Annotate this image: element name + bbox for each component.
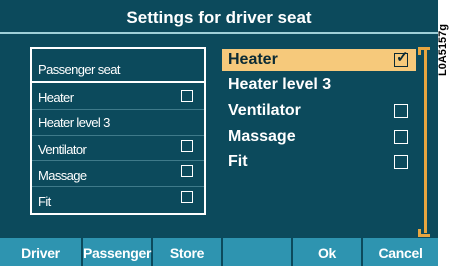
menu-item-fit[interactable]: Fit	[222, 151, 416, 173]
massage-checkbox[interactable]	[394, 130, 408, 144]
passenger-panel-header: Passenger seat	[32, 49, 204, 83]
row-divider	[32, 109, 204, 110]
cancel-button[interactable]: Cancel	[363, 238, 438, 266]
menu-item-label: Fit	[228, 153, 248, 170]
passenger-button[interactable]: Passenger	[83, 238, 153, 266]
driver-button[interactable]: Driver	[0, 238, 83, 266]
passenger-panel-title: Passenger seat	[38, 62, 121, 77]
heater-checkbox[interactable]: ✓	[394, 49, 409, 67]
scroll-track	[424, 47, 427, 233]
menu-item-label: Ventilator	[228, 102, 301, 119]
scroll-bottom-cap	[418, 229, 430, 237]
passenger-ventilator-checkbox	[181, 140, 193, 152]
menu-item-heater[interactable]: Heater ✓	[222, 49, 416, 71]
softkey-bar: Driver Passenger Store Ok Cancel	[0, 238, 438, 266]
scrollbar[interactable]	[418, 47, 430, 237]
passenger-item-heater: Heater	[38, 90, 74, 105]
empty-softkey[interactable]	[223, 238, 293, 266]
menu-item-label: Heater	[228, 51, 278, 68]
passenger-seat-panel: Passenger seat Heater Heater level 3 Ven…	[30, 47, 206, 215]
menu-item-heater-level[interactable]: Heater level 3	[222, 74, 416, 96]
menu-item-label: Massage	[228, 128, 296, 145]
row-divider	[32, 160, 204, 161]
menu-item-label: Heater level 3	[228, 76, 332, 93]
passenger-item-ventilator: Ventilator	[38, 142, 87, 157]
settings-screen: Settings for driver seat Passenger seat …	[0, 0, 438, 266]
passenger-heater-checkbox	[181, 90, 193, 102]
page-title: Settings for driver seat	[126, 8, 312, 27]
row-divider	[32, 186, 204, 187]
ventilator-checkbox[interactable]	[394, 104, 408, 118]
menu-item-massage[interactable]: Massage	[222, 126, 416, 148]
checkmark-icon: ✓	[396, 49, 409, 66]
menu-item-ventilator[interactable]: Ventilator	[222, 100, 416, 122]
fit-checkbox[interactable]	[394, 155, 408, 169]
ok-button[interactable]: Ok	[293, 238, 363, 266]
passenger-item-fit: Fit	[38, 194, 51, 209]
row-divider	[32, 135, 204, 136]
store-button[interactable]: Store	[153, 238, 223, 266]
passenger-item-massage: Massage	[38, 168, 87, 183]
image-reference-code: L0A5157g	[437, 24, 449, 76]
passenger-massage-checkbox	[181, 165, 193, 177]
scroll-top-cap	[418, 47, 430, 55]
title-divider	[0, 32, 438, 34]
passenger-fit-checkbox	[181, 191, 193, 203]
passenger-item-heater-level: Heater level 3	[38, 115, 110, 130]
